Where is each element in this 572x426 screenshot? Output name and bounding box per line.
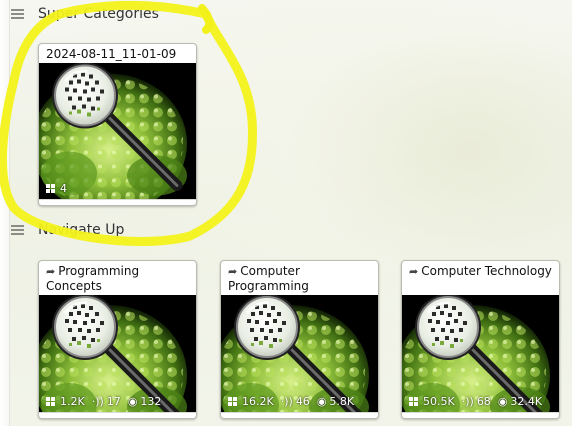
romanesco-magnifier-thumbnail[interactable]: 16.2K ·)) 46 ◉ 5.8K: [221, 295, 378, 412]
eye-icon: ◉: [316, 395, 327, 408]
view-count: 5.8K: [329, 395, 355, 408]
card-title[interactable]: ➦ Computer Programming: [221, 261, 378, 295]
card-title-text: Programming Concepts: [46, 264, 140, 293]
section-header-super-categories[interactable]: Super Categories: [11, 6, 159, 22]
category-card-computer-programming[interactable]: ➦ Computer Programming 16.2K ·)) 46 ◉ 5.8…: [220, 260, 379, 419]
item-count: 4: [60, 182, 67, 195]
card-footer: [39, 199, 196, 205]
section-title: Navigate Up: [38, 222, 125, 238]
grid-icon: [409, 397, 418, 406]
view-count: 32.4K: [510, 395, 543, 408]
grid-icon: [46, 397, 55, 406]
grid-icon: [46, 184, 55, 193]
card-title-text: Computer Programming: [228, 264, 309, 293]
romanesco-magnifier-thumbnail[interactable]: 1.2K ·)) 17 ◉ 132: [39, 295, 196, 412]
card-title[interactable]: ➦ Programming Concepts: [39, 261, 196, 295]
card-footer: [39, 412, 196, 418]
card-stats: 16.2K ·)) 46 ◉ 5.8K: [228, 395, 354, 408]
menu-icon[interactable]: [11, 225, 24, 235]
section-title: Super Categories: [38, 6, 159, 22]
view-count: 132: [140, 395, 162, 408]
card-title[interactable]: 2024-08-11_11-01-09: [39, 44, 196, 63]
section-header-navigate-up[interactable]: Navigate Up: [11, 222, 124, 238]
eye-icon: ◉: [497, 395, 508, 408]
listen-count: 46: [295, 395, 310, 408]
left-edge-strip: [0, 0, 10, 426]
romanesco-magnifier-thumbnail[interactable]: 4: [39, 63, 196, 199]
menu-icon[interactable]: [11, 9, 24, 19]
card-stats: 4: [46, 182, 67, 195]
item-count: 1.2K: [60, 395, 85, 408]
grid-icon: [228, 397, 237, 406]
share-icon: ➦: [46, 265, 56, 278]
share-icon: ➦: [409, 265, 419, 278]
card-footer: [402, 412, 559, 418]
listen-count: 68: [476, 395, 491, 408]
romanesco-magnifier-thumbnail[interactable]: 50.5K ·)) 68 ◉ 32.4K: [402, 295, 559, 412]
category-card-super[interactable]: 2024-08-11_11-01-09 4: [38, 43, 197, 206]
card-stats: 1.2K ·)) 17 ◉ 132: [46, 395, 161, 408]
item-count: 50.5K: [423, 395, 455, 408]
card-title[interactable]: ➦ Computer Technology: [402, 261, 559, 295]
card-stats: 50.5K ·)) 68 ◉ 32.4K: [409, 395, 542, 408]
item-count: 16.2K: [242, 395, 274, 408]
card-footer: [221, 412, 378, 418]
sound-icon: ·)): [91, 395, 104, 408]
sound-icon: ·)): [280, 395, 293, 408]
category-card-computer-technology[interactable]: ➦ Computer Technology 50.5K ·)) 68 ◉ 32.4…: [401, 260, 560, 419]
sound-icon: ·)): [461, 395, 474, 408]
listen-count: 17: [106, 395, 121, 408]
eye-icon: ◉: [127, 395, 138, 408]
category-card-programming-concepts[interactable]: ➦ Programming Concepts 1.2K ·)) 17 ◉ 132: [38, 260, 197, 419]
card-title-text: Computer Technology: [421, 264, 552, 278]
share-icon: ➦: [228, 265, 238, 278]
